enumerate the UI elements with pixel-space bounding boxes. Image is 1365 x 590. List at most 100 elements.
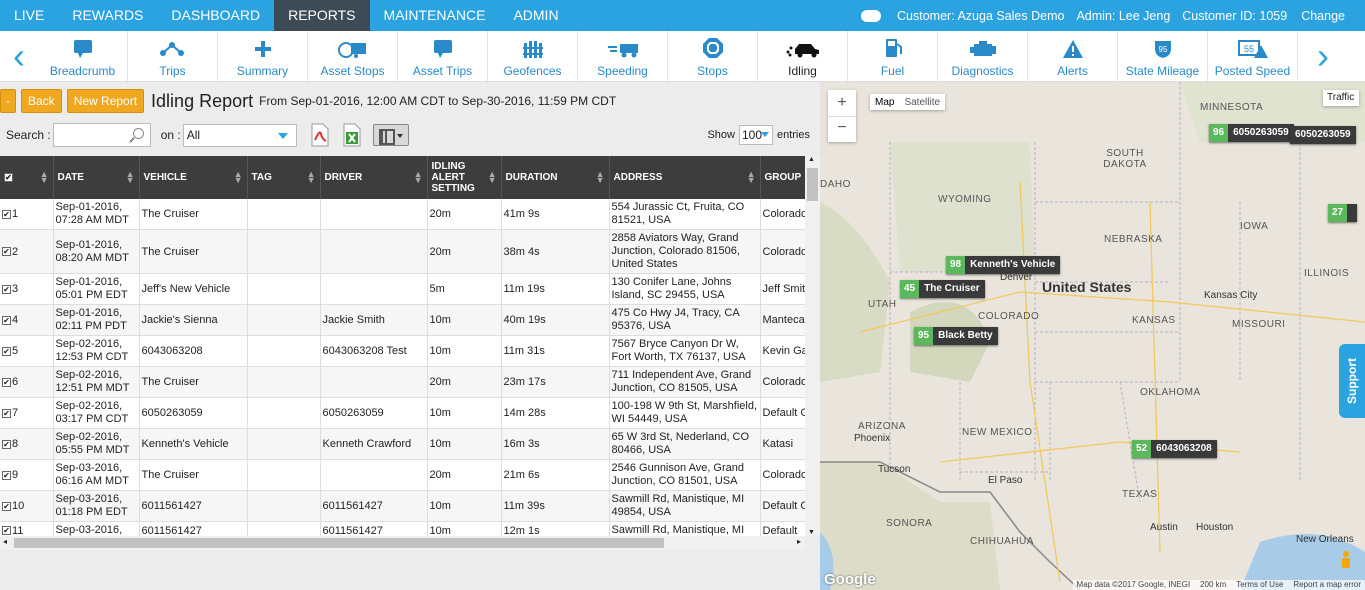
map-view[interactable]: + − Map Satellite Traffic MINNESOTA SOUT… (820, 82, 1365, 590)
table-row[interactable]: ✔ 9 Sep-03-2016, 06:16 AM MDT The Cruiser 20… (0, 459, 805, 491)
search-column-select[interactable]: All (182, 123, 297, 147)
map-marker-6050263059[interactable]: 96 6050263059 (1209, 124, 1294, 142)
report-stops[interactable]: Stops (668, 31, 758, 81)
col-vehicle[interactable]: VEHICLE ▲ ▼ (139, 156, 248, 199)
map-marker-27[interactable]: 27 (1328, 204, 1358, 222)
column-chooser-button[interactable] (372, 124, 409, 146)
report-posted-speed[interactable]: 55 Posted Speed (1208, 31, 1298, 81)
row-checkbox[interactable]: ✔ (2, 439, 11, 449)
table-row[interactable]: ✔ 5 Sep-02-2016, 12:53 PM CDT 6043063208 604… (0, 335, 805, 367)
search-input[interactable] (52, 123, 151, 147)
chat-icon[interactable] (861, 9, 882, 22)
report-type-toolbar: ‹ Breadcrumb Trips Summary Asset Stops A… (0, 31, 1365, 82)
table-row[interactable]: ✔ 3 Sep-01-2016, 05:01 PM EDT Jeff's New Ve… (0, 273, 805, 305)
row-checkbox[interactable]: ✔ (2, 377, 11, 387)
map-marker-black-betty[interactable]: 95 Black Betty (914, 327, 998, 345)
col-driver[interactable]: DRIVER ▲ ▼ (320, 156, 428, 199)
table-row[interactable]: ✔ 1 Sep-01-2016, 07:28 AM MDT The Cruiser 20… (0, 199, 805, 230)
search-icon[interactable] (132, 128, 144, 139)
col-tag[interactable]: TAG ▲ ▼ (247, 156, 321, 199)
table-row[interactable]: ✔ 11 Sep-03-2016, 6011561427 6011561427 10m 12… (0, 521, 805, 536)
nav-live[interactable]: LIVE (0, 0, 58, 31)
traffic-toggle[interactable]: Traffic (1323, 90, 1359, 106)
map-marker-the-cruiser[interactable]: 45 The Cruiser (900, 280, 985, 298)
map-label-south-dakota: SOUTH DAKOTA (1103, 148, 1147, 170)
report-speeding[interactable]: Speeding (578, 31, 668, 81)
row-select-cell[interactable]: ✔ 5 (0, 335, 54, 367)
row-checkbox[interactable]: ✔ (2, 247, 11, 257)
report-map-error-link[interactable]: Report a map error (1293, 580, 1361, 590)
row-select-cell[interactable]: ✔ 9 (0, 459, 54, 491)
zoom-in-button[interactable]: + (828, 90, 856, 116)
report-idling[interactable]: Idling (758, 31, 848, 81)
select-all-checkbox-header[interactable]: ✔ ▲ ▼ (0, 156, 54, 199)
row-checkbox[interactable]: ✔ (2, 408, 11, 418)
nav-maintenance[interactable]: MAINTENANCE (370, 0, 500, 31)
support-tab[interactable]: Support (1339, 344, 1365, 418)
change-link[interactable]: Change (1301, 9, 1345, 23)
terms-link[interactable]: Terms of Use (1236, 580, 1283, 590)
row-checkbox[interactable]: ✔ (2, 470, 11, 480)
report-asset-stops[interactable]: Asset Stops (308, 31, 398, 81)
table-horizontal-scrollbar[interactable]: ◂ ▸ (0, 536, 805, 550)
back-button[interactable]: Back (21, 89, 62, 113)
report-geofences[interactable]: Geofences (488, 31, 578, 81)
table-row[interactable]: ✔ 8 Sep-02-2016, 05:55 PM MDT Kenneth's Veh… (0, 428, 805, 460)
pdf-export-icon[interactable] (309, 123, 331, 147)
cell-vehicle: The Cruiser (139, 366, 248, 398)
col-duration[interactable]: DURATION ▲ ▼ (501, 156, 610, 199)
pegman-icon[interactable] (1339, 550, 1353, 572)
map-type-satellite[interactable]: Satellite (899, 97, 945, 108)
cell-tag (247, 521, 321, 536)
map-marker-6043063208[interactable]: 52 6043063208 (1132, 440, 1217, 458)
table-vertical-scrollbar[interactable]: ▲ ▼ (805, 156, 820, 536)
report-diagnostics[interactable]: Diagnostics (938, 31, 1028, 81)
col-date[interactable]: DATE ▲ ▼ (53, 156, 140, 199)
excel-export-icon[interactable] (341, 123, 363, 147)
row-checkbox[interactable]: ✔ (2, 284, 11, 294)
nav-rewards[interactable]: REWARDS (58, 0, 157, 31)
report-summary[interactable]: Summary (218, 31, 308, 81)
scroll-right-arrow-icon[interactable]: › (1298, 31, 1348, 81)
table-row[interactable]: ✔ 7 Sep-02-2016, 03:17 PM CDT 6050263059 605… (0, 397, 805, 429)
table-row[interactable]: ✔ 2 Sep-01-2016, 08:20 AM MDT The Cruiser 20… (0, 229, 805, 274)
row-select-cell[interactable]: ✔ 1 (0, 199, 54, 230)
report-state-mileage[interactable]: 95 State Mileage (1118, 31, 1208, 81)
zoom-out-button[interactable]: − (828, 116, 856, 142)
col-group[interactable]: GROUP (760, 156, 805, 199)
col-idling-alert-setting[interactable]: IDLING ALERT SETTING ▲ ▼ (427, 156, 502, 199)
table-row[interactable]: ✔ 6 Sep-02-2016, 12:51 PM MDT The Cruiser 20… (0, 366, 805, 398)
row-select-cell[interactable]: ✔ 2 (0, 229, 54, 274)
report-asset-trips[interactable]: Asset Trips (398, 31, 488, 81)
row-checkbox[interactable]: ✔ (2, 501, 11, 511)
row-select-cell[interactable]: ✔ 7 (0, 397, 54, 429)
row-select-cell[interactable]: ✔ 11 (0, 521, 54, 536)
row-checkbox[interactable]: ✔ (2, 209, 11, 219)
report-breadcrumb[interactable]: Breadcrumb (38, 31, 128, 81)
row-checkbox[interactable]: ✔ (2, 346, 11, 356)
new-report-button[interactable]: New Report (66, 89, 145, 113)
row-select-cell[interactable]: ✔ 3 (0, 273, 54, 305)
cell-driver: Jackie Smith (320, 304, 428, 336)
report-alerts[interactable]: Alerts (1028, 31, 1118, 81)
report-fuel[interactable]: Fuel (848, 31, 938, 81)
nav-dashboard[interactable]: DASHBOARD (157, 0, 274, 31)
scroll-left-arrow-icon[interactable]: ‹ (0, 31, 38, 81)
row-select-cell[interactable]: ✔ 6 (0, 366, 54, 398)
map-type-map[interactable]: Map (870, 97, 899, 108)
row-select-cell[interactable]: ✔ 8 (0, 428, 54, 460)
row-select-cell[interactable]: ✔ 4 (0, 304, 54, 336)
table-row[interactable]: ✔ 10 Sep-03-2016, 01:18 PM EDT 6011561427 60… (0, 490, 805, 522)
map-marker-kenneths-vehicle[interactable]: 98 Kenneth's Vehicle (946, 256, 1061, 274)
report-trips[interactable]: Trips (128, 31, 218, 81)
page-size-select[interactable]: 100 (738, 125, 773, 145)
col-address[interactable]: ADDRESS ▲ ▼ (609, 156, 761, 199)
map-marker-6050263059-secondary[interactable]: 6050263059 (1290, 126, 1356, 144)
nav-reports[interactable]: REPORTS (274, 0, 370, 31)
row-select-cell[interactable]: ✔ 10 (0, 490, 54, 522)
nav-admin[interactable]: ADMIN (499, 0, 572, 31)
collapse-button[interactable]: - (0, 89, 16, 113)
table-row[interactable]: ✔ 4 Sep-01-2016, 02:11 PM PDT Jackie's Sien… (0, 304, 805, 336)
row-checkbox[interactable]: ✔ (2, 526, 11, 536)
row-checkbox[interactable]: ✔ (2, 315, 11, 325)
